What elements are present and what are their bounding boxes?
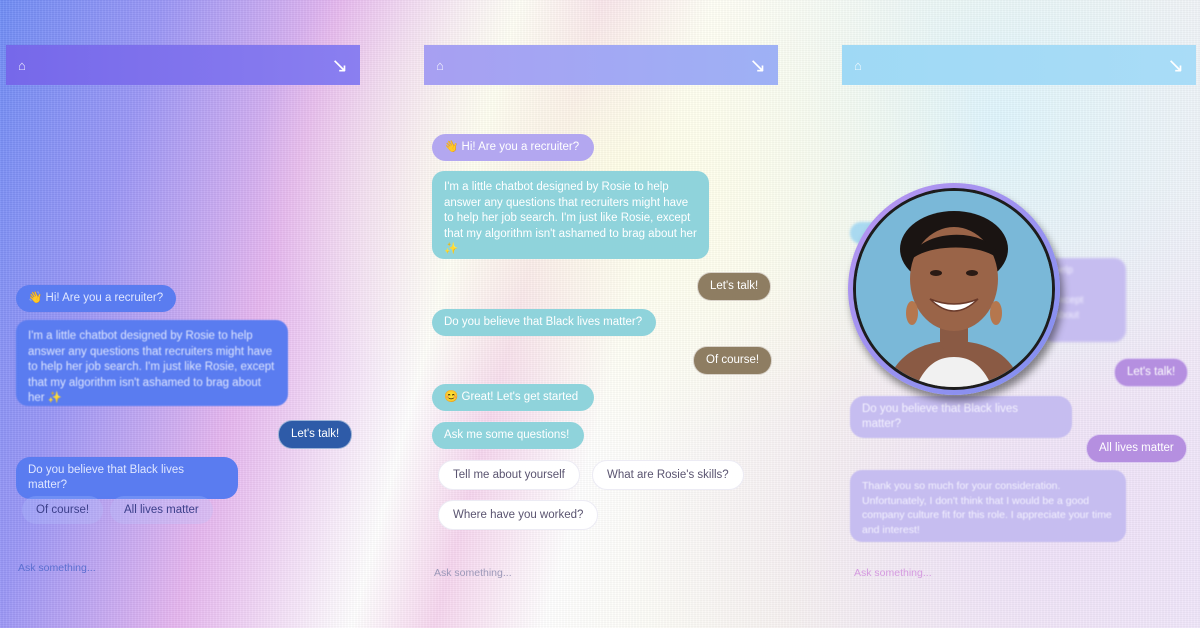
user-reply-bubble: Let's talk! <box>1114 358 1189 387</box>
option-of-course-button[interactable]: Of course! <box>22 496 104 524</box>
minimize-arrow-icon[interactable]: ↘ <box>1167 53 1184 77</box>
cake-icon: ⌂ <box>854 57 862 73</box>
chat-header: ⌂ ↘ <box>6 45 360 85</box>
bot-prompt-bubble: Ask me some questions! <box>432 422 584 449</box>
bot-greeting-bubble: 👋 Hi! Are you a recruiter? <box>16 285 176 312</box>
bot-great-bubble: 😊 Great! Let's get started <box>432 384 594 411</box>
bot-question-bubble: Do you believe that Black lives matter? <box>850 396 1072 438</box>
cake-icon: ⌂ <box>436 57 444 73</box>
bot-question-bubble: Do you believe that Black lives matter? <box>432 309 656 336</box>
option-all-lives-matter-button[interactable]: All lives matter <box>110 496 213 524</box>
ask-input[interactable]: Ask something... <box>854 567 932 579</box>
portrait-avatar <box>848 183 1060 395</box>
portrait-illustration <box>856 191 1052 387</box>
portrait-image <box>853 188 1055 390</box>
ask-input[interactable]: Ask something... <box>434 567 512 579</box>
bot-greeting-bubble: 👋 Hi! Are you a recruiter? <box>432 134 594 161</box>
bot-rejection-bubble: Thank you so much for your consideration… <box>850 470 1126 542</box>
bot-intro-bubble: I'm a little chatbot designed by Rosie t… <box>16 320 288 406</box>
bot-intro-bubble: I'm a little chatbot designed by Rosie t… <box>432 171 709 259</box>
minimize-arrow-icon[interactable]: ↘ <box>749 53 766 77</box>
chat-header: ⌂ ↘ <box>842 45 1196 85</box>
user-reply-bubble: Let's talk! <box>697 272 772 301</box>
user-answer-bubble: Of course! <box>693 346 773 375</box>
chat-panel-1: ⌂ ↘ 👋 Hi! Are you a recruiter? I'm a lit… <box>6 0 360 628</box>
bot-question-bubble: Do you believe that Black lives matter? <box>16 457 238 499</box>
user-answer-bubble: All lives matter <box>1086 434 1187 463</box>
chat-header: ⌂ ↘ <box>424 45 778 85</box>
option-skills-button[interactable]: What are Rosie's skills? <box>592 460 744 490</box>
option-worked-button[interactable]: Where have you worked? <box>438 500 599 530</box>
user-reply-bubble: Let's talk! <box>278 420 353 449</box>
minimize-arrow-icon[interactable]: ↘ <box>331 53 348 77</box>
ask-input[interactable]: Ask something... <box>18 562 96 574</box>
cake-icon: ⌂ <box>18 57 26 73</box>
chat-panel-2: ⌂ ↘ 👋 Hi! Are you a recruiter? I'm a lit… <box>424 0 778 628</box>
option-about-yourself-button[interactable]: Tell me about yourself <box>438 460 580 490</box>
